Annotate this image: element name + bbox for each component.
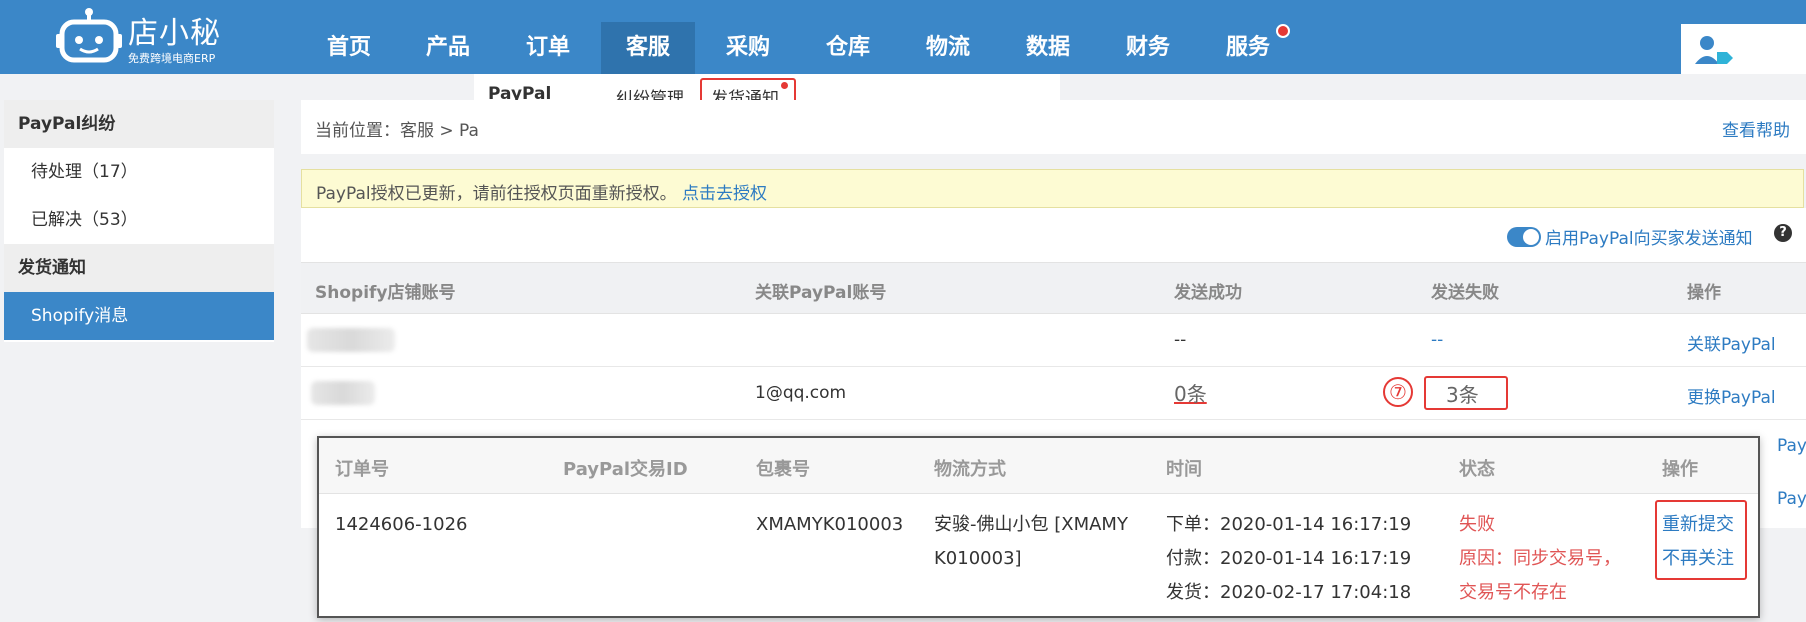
nav-finance[interactable]: 财务 [1100, 22, 1196, 74]
sidebar-item-shopify-messages[interactable]: Shopify消息 [4, 292, 274, 340]
col-order-no: 订单号 [335, 459, 389, 480]
col-status: 状态 [1459, 459, 1495, 480]
col-logistics: 物流方式 [934, 459, 1006, 480]
reauthorize-notice: PayPal授权已更新，请前往授权页面重新授权。 点击去授权 [301, 169, 1804, 208]
nav-warehouse[interactable]: 仓库 [800, 22, 896, 74]
col-package-no: 包裹号 [756, 459, 810, 480]
table-header: Shopify店铺账号 关联PayPal账号 发送成功 发送失败 操作 [301, 262, 1806, 314]
col-send-success: 发送成功 [1174, 283, 1242, 303]
time-shipped: 发货：2020-02-17 17:04:18 [1166, 582, 1412, 603]
logistics-method-line2: K010003] [934, 548, 1022, 569]
step-seven-annotation: ⑦ [1383, 377, 1413, 407]
logistics-method-line1: 安骏-佛山小包 [XMAMY [934, 514, 1128, 535]
paypal-notify-toggle-row: 启用PayPal向买家发送通知 [1507, 224, 1753, 249]
nav-orders[interactable]: 订单 [500, 22, 596, 74]
nav-purchasing[interactable]: 采购 [700, 22, 796, 74]
robot-logo-icon [56, 8, 122, 63]
nav-data[interactable]: 数据 [1000, 22, 1096, 74]
table-row: -- -- 关联PayPal [301, 314, 1806, 367]
col-paypal-txn-id: PayPal交易ID [563, 459, 688, 480]
sidebar-group-paypal-dispute: PayPal纠纷 [4, 100, 274, 148]
time-ordered: 下单：2020-01-14 16:17:19 [1166, 514, 1412, 535]
blurred-shop-name [307, 328, 395, 352]
sidebar-item-pending[interactable]: 待处理（17） [4, 148, 274, 196]
breadcrumb: 当前位置：客服 > Pa [315, 121, 479, 141]
col-actions: 操作 [1687, 283, 1721, 303]
row-action-link[interactable]: PayPal [1777, 436, 1806, 456]
row-action-link[interactable]: PayPal [1777, 489, 1806, 509]
user-icon [1695, 36, 1733, 64]
paypal-account: 1@qq.com [755, 383, 847, 403]
resubmit-button[interactable]: 重新提交 [1662, 508, 1734, 542]
sidebar: PayPal纠纷 待处理（17） 已解决（53） 发货通知 Shopify消息 [4, 100, 274, 342]
status-failed: 失败 [1459, 514, 1495, 535]
popup-table-header: 订单号 PayPal交易ID 包裹号 物流方式 时间 状态 操作 [319, 438, 1758, 494]
top-navbar: 店小秘 免费跨境电商ERP 首页 产品 订单 客服 采购 仓库 物流 数据 财务… [0, 0, 1806, 74]
notice-message: PayPal授权已更新，请前往授权页面重新授权。 点击去授权 [316, 179, 767, 204]
send-success-count: -- [1174, 330, 1187, 350]
link-paypal-button[interactable]: 关联PayPal [1687, 330, 1776, 355]
nav-home[interactable]: 首页 [300, 22, 398, 74]
col-time: 时间 [1166, 459, 1202, 480]
blurred-shop-name [311, 381, 375, 405]
failure-reason-line2: 交易号不存在 [1459, 582, 1567, 603]
package-number: XMAMYK010003 [756, 514, 904, 535]
send-success-count-highlighted: 0条 [1174, 382, 1207, 406]
nav-products[interactable]: 产品 [400, 22, 496, 74]
send-fail-count[interactable]: -- [1431, 330, 1443, 350]
question-circle-icon[interactable]: ? [1774, 224, 1792, 242]
paypal-notify-toggle[interactable] [1507, 226, 1541, 247]
ignore-button[interactable]: 不再关注 [1662, 542, 1734, 576]
col-popup-actions: 操作 [1662, 459, 1698, 480]
notice-text: PayPal授权已更新，请前往授权页面重新授权。 [316, 184, 677, 204]
breadcrumb-bar: 当前位置：客服 > Pa 查看帮助 [301, 100, 1806, 154]
reauthorize-link[interactable]: 点击去授权 [682, 184, 767, 204]
notification-dot-icon [1276, 24, 1290, 38]
failure-details-popup: 订单号 PayPal交易ID 包裹号 物流方式 时间 状态 操作 1424606… [317, 436, 1760, 618]
nav-customer-service[interactable]: 客服 [601, 22, 695, 74]
nav-logistics[interactable]: 物流 [900, 22, 996, 74]
user-menu[interactable] [1681, 24, 1806, 74]
toggle-knob [1523, 228, 1539, 245]
app-logo[interactable]: 店小秘 免费跨境电商ERP [56, 4, 246, 68]
col-paypal-account: 关联PayPal账号 [755, 283, 887, 303]
help-link[interactable]: 查看帮助 [1722, 116, 1790, 141]
change-paypal-button[interactable]: 更换PayPal [1687, 383, 1776, 408]
col-shopify-account: Shopify店铺账号 [315, 283, 456, 303]
col-send-fail: 发送失败 [1431, 283, 1499, 303]
logo-title: 店小秘 [128, 16, 221, 51]
sidebar-item-resolved[interactable]: 已解决（53） [4, 196, 274, 244]
submenu-notification-dot-icon [781, 82, 788, 89]
logo-subtitle: 免费跨境电商ERP [128, 52, 216, 65]
paypal-notify-toggle-label[interactable]: 启用PayPal向买家发送通知 [1545, 224, 1753, 249]
time-paid: 付款：2020-01-14 16:17:19 [1166, 548, 1412, 569]
table-row: 1@qq.com 更换PayPal [301, 367, 1806, 420]
sidebar-group-shipping-notice: 发货通知 [4, 244, 274, 292]
failure-reason-line1: 原因：同步交易号， [1459, 548, 1621, 569]
send-fail-count-highlighted[interactable]: 3条 [1446, 379, 1479, 408]
order-number: 1424606-1026 [335, 514, 468, 535]
